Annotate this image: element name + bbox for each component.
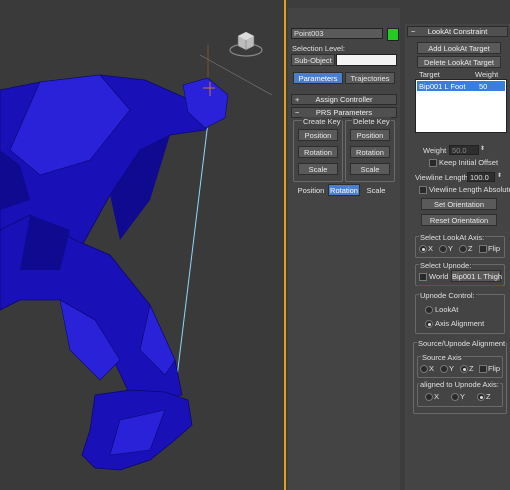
table-row[interactable]: Bip001 L Foot 50 (417, 81, 505, 91)
keep-initial-offset-checkbox[interactable] (429, 159, 437, 167)
prs-title: PRS Parameters (315, 108, 373, 117)
viewline-absolute-label: Viewline Length Absolute (429, 185, 510, 194)
target-name: Bip001 L Foot (419, 82, 466, 91)
spinner-arrows-icon[interactable]: ⬍ (480, 145, 485, 152)
upnode-pick-button[interactable]: Bip001 L Thigh (451, 270, 502, 282)
weight-column-header: Weight (475, 70, 499, 79)
select-lookat-axis-label: Select LookAt Axis: (419, 233, 486, 242)
source-axis-z-radio[interactable] (460, 365, 468, 373)
rollout-toggle-icon: + (295, 95, 300, 104)
viewline-length-spinner[interactable]: 100.0 (467, 172, 495, 182)
source-axis-x-label: X (429, 364, 435, 373)
weight-label: Weight (423, 146, 447, 155)
object-name-field[interactable]: Point003 (291, 28, 383, 39)
lookat-axis-x-radio[interactable] (419, 245, 427, 253)
source-axis-y-label: Y (449, 364, 455, 373)
create-key-label: Create Key (302, 117, 342, 126)
upnode-control-axis-alignment-radio[interactable] (425, 320, 433, 328)
viewline-absolute-checkbox[interactable] (419, 186, 427, 194)
aligned-axis-z-radio[interactable] (477, 393, 485, 401)
world-label: World (429, 272, 449, 281)
rollout-toggle-icon: − (411, 27, 416, 36)
source-axis-z-label: Z (469, 364, 474, 373)
target-list[interactable]: Bip001 L Foot 50 (415, 79, 507, 133)
add-lookat-target-button[interactable]: Add LookAt Target (417, 42, 501, 54)
sub-object-button[interactable]: Sub-Object (291, 54, 335, 66)
create-position-button[interactable]: Position (298, 129, 338, 141)
weight-spinner[interactable]: 50.0 (449, 145, 479, 155)
delete-scale-button[interactable]: Scale (350, 163, 390, 175)
view-cube-icon[interactable] (228, 28, 264, 58)
lookat-axis-z-radio[interactable] (459, 245, 467, 253)
upnode-control-axis-alignment-label: Axis Alignment (435, 319, 485, 328)
sub-object-dropdown[interactable] (336, 54, 397, 66)
aligned-to-upnode-label: aligned to Upnode Axis: (419, 380, 500, 389)
aligned-axis-x-radio[interactable] (425, 393, 433, 401)
source-axis-x-radio[interactable] (420, 365, 428, 373)
command-panel: Point003 Selection Level: Sub-Object Par… (288, 8, 400, 490)
aligned-axis-y-label: Y (460, 392, 466, 401)
assign-controller-rollout[interactable]: + Assign Controller (291, 94, 397, 105)
aligned-axis-z-label: Z (486, 392, 491, 401)
selection-level-label: Selection Level: (292, 44, 345, 53)
delete-key-label: Delete Key (352, 117, 391, 126)
reset-orientation-button[interactable]: Reset Orientation (421, 214, 497, 226)
create-scale-button[interactable]: Scale (298, 163, 338, 175)
tab-trajectories[interactable]: Trajectories (345, 72, 395, 84)
create-rotation-button[interactable]: Rotation (298, 146, 338, 158)
delete-position-button[interactable]: Position (350, 129, 390, 141)
viewline-length-label: Viewline Length (415, 173, 468, 182)
source-axis-flip-checkbox[interactable] (479, 365, 487, 373)
prs-tab-rotation[interactable]: Rotation (328, 184, 360, 196)
lookat-axis-x-label: X (428, 244, 434, 253)
target-weight: 50 (479, 82, 488, 91)
lookat-flip-checkbox[interactable] (479, 245, 487, 253)
upnode-control-label: Upnode Control: (419, 291, 476, 300)
object-color-swatch[interactable] (387, 28, 399, 41)
spinner-arrows-icon[interactable]: ⬍ (497, 172, 502, 179)
source-axis-y-radio[interactable] (440, 365, 448, 373)
assign-controller-title: Assign Controller (315, 95, 373, 104)
tab-parameters[interactable]: Parameters (293, 72, 343, 84)
lookat-axis-z-label: Z (468, 244, 473, 253)
aligned-axis-y-radio[interactable] (451, 393, 459, 401)
prs-tab-position[interactable]: Position (295, 184, 327, 196)
target-column-header: Target (419, 70, 440, 79)
keep-initial-offset-label: Keep Initial Offset (439, 158, 499, 167)
rollout-toggle-icon: − (295, 108, 300, 117)
lookat-constraint-panel: − LookAt Constraint Add LookAt Target De… (405, 24, 510, 490)
lookat-title: LookAt Constraint (427, 27, 488, 36)
prs-tab-scale[interactable]: Scale (361, 184, 391, 196)
lookat-axis-y-radio[interactable] (439, 245, 447, 253)
upnode-control-lookat-radio[interactable] (425, 306, 433, 314)
viewport[interactable] (0, 0, 286, 490)
delete-lookat-target-button[interactable]: Delete LookAt Target (417, 56, 501, 68)
set-orientation-button[interactable]: Set Orientation (421, 198, 497, 210)
source-axis-label: Source Axis (421, 353, 463, 362)
lookat-rollout-header[interactable]: − LookAt Constraint (407, 26, 508, 37)
source-upnode-alignment-label: Source/Upnode Alignment (417, 339, 507, 348)
upnode-underline (417, 285, 503, 286)
aligned-axis-x-label: X (434, 392, 440, 401)
source-axis-flip-label: Flip (488, 364, 501, 373)
upnode-control-group (415, 294, 505, 334)
lookat-axis-y-label: Y (448, 244, 454, 253)
select-upnode-label: Select Upnode: (419, 261, 473, 270)
upnode-control-lookat-label: LookAt (435, 305, 459, 314)
delete-rotation-button[interactable]: Rotation (350, 146, 390, 158)
viewport-scene (0, 45, 273, 471)
lookat-flip-label: Flip (488, 244, 501, 253)
world-checkbox[interactable] (419, 273, 427, 281)
